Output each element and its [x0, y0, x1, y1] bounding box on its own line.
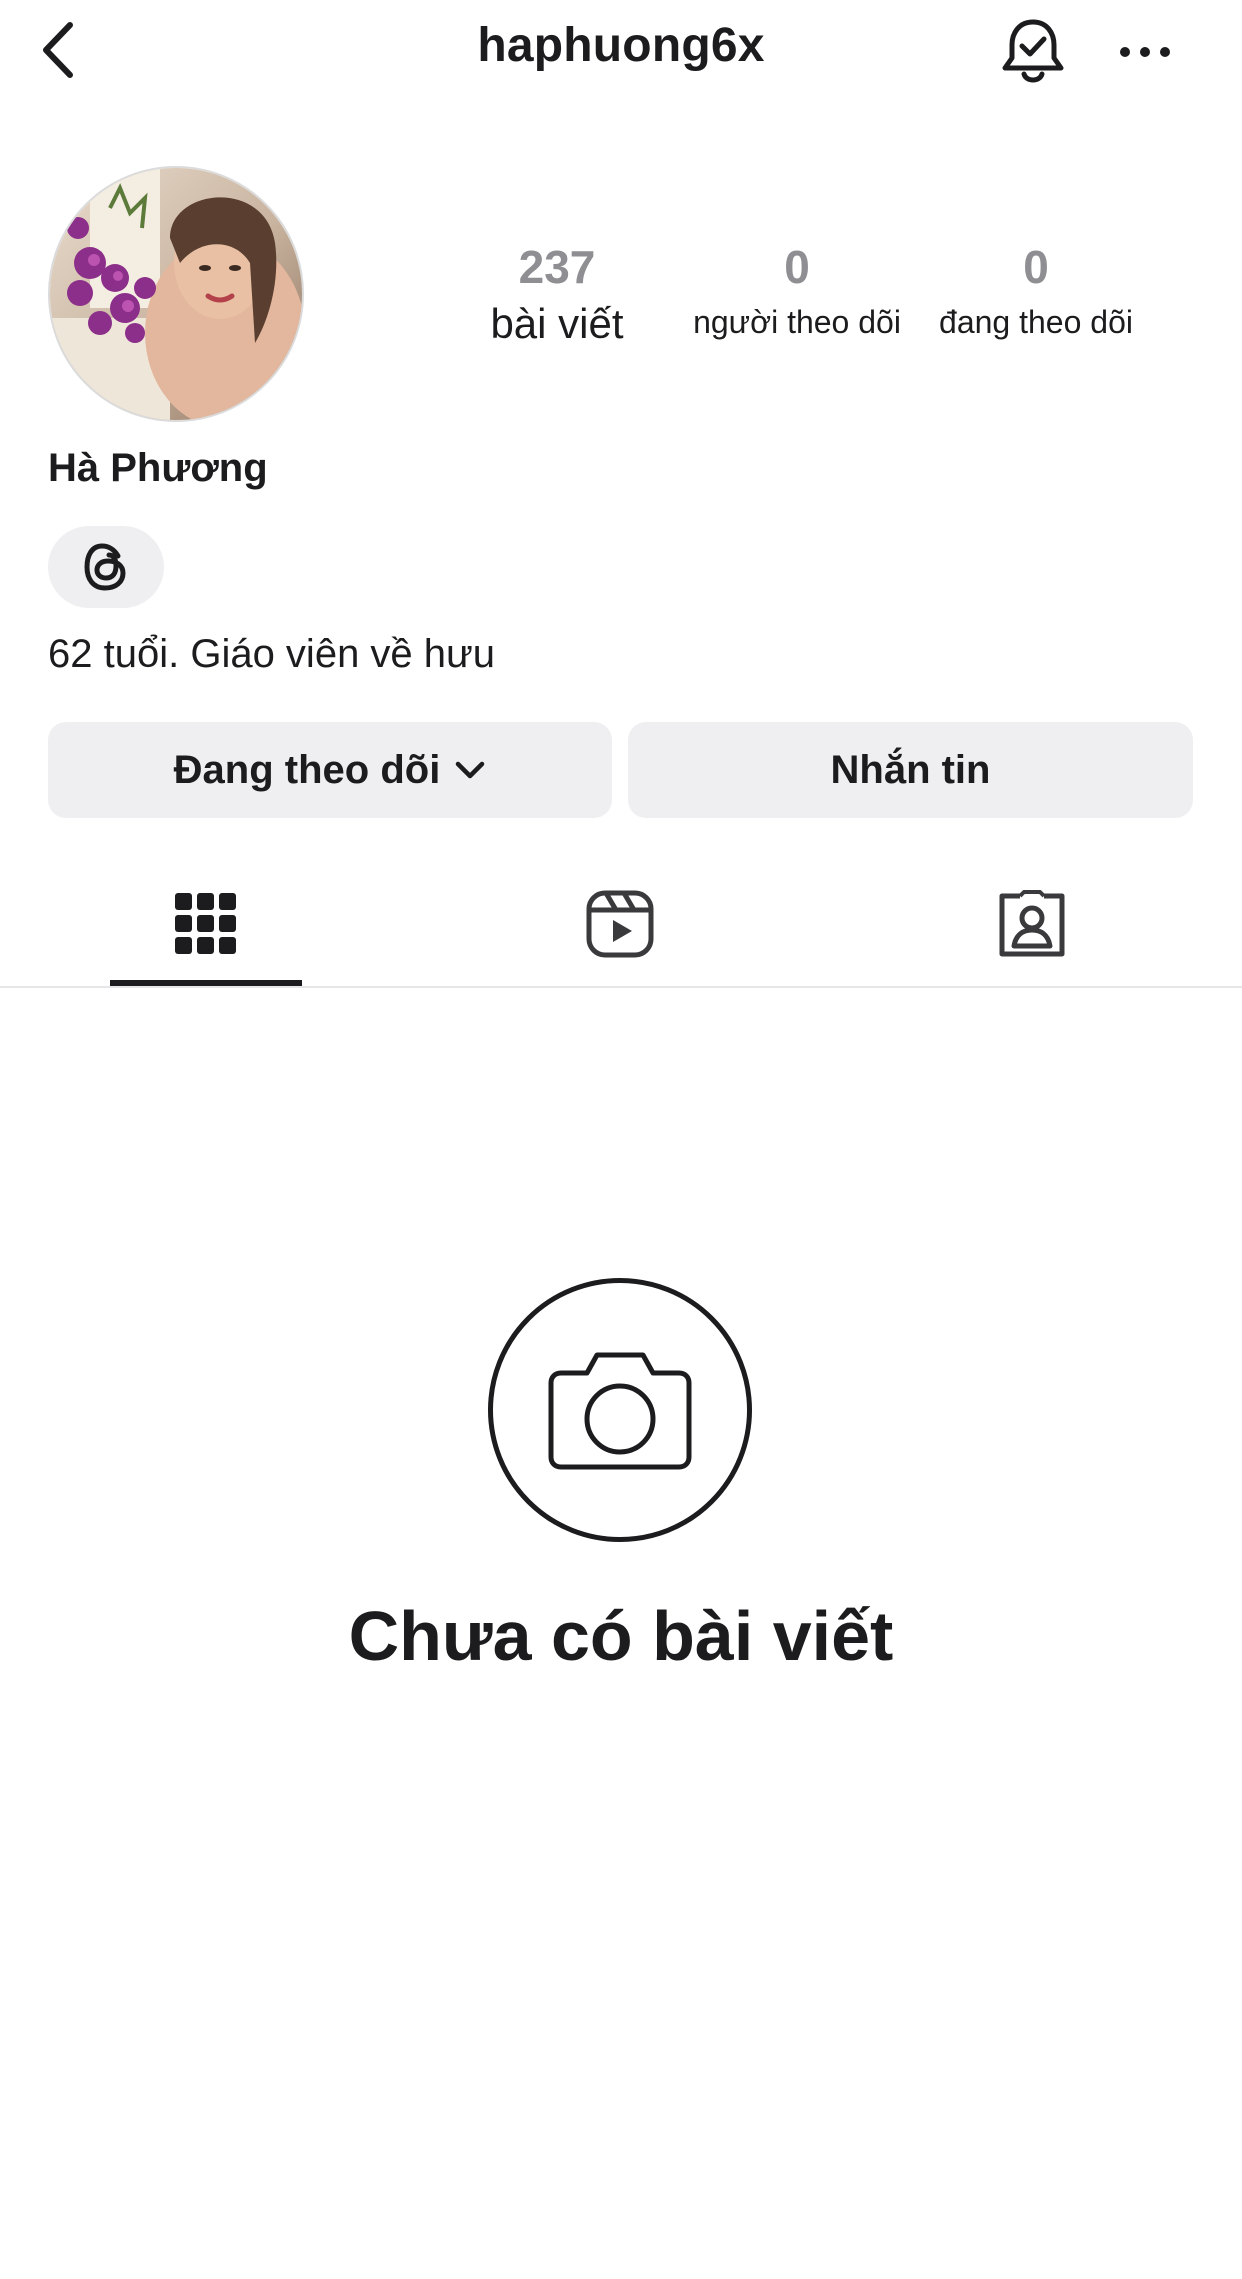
grid-icon: [175, 893, 236, 954]
tab-reels[interactable]: [524, 862, 716, 986]
posts-label: bài viết: [490, 300, 624, 347]
stat-following[interactable]: 0 đang theo dõi: [920, 244, 1152, 341]
more-horizontal-icon: [1120, 47, 1170, 57]
tab-grid[interactable]: [110, 862, 302, 986]
message-button[interactable]: Nhắn tin: [628, 722, 1193, 818]
camera-icon: [548, 1352, 692, 1470]
following-label: đang theo dõi: [939, 304, 1133, 340]
avatar-photo: [50, 168, 302, 420]
stat-followers[interactable]: 0 người theo dõi: [680, 244, 914, 341]
tab-tagged[interactable]: [936, 862, 1128, 986]
followers-label: người theo dõi: [693, 304, 901, 340]
empty-state-camera: [488, 1278, 752, 1542]
notification-button[interactable]: [996, 12, 1070, 92]
bell-check-icon: [1002, 19, 1064, 83]
following-count: 0: [1023, 241, 1049, 293]
posts-count: 237: [518, 241, 596, 293]
followers-count: 0: [784, 241, 810, 293]
chevron-down-icon: [454, 760, 486, 780]
profile-avatar[interactable]: [48, 166, 304, 422]
tabs-divider: [0, 986, 1242, 988]
stat-posts[interactable]: 237 bài viết: [456, 244, 658, 348]
more-options-button[interactable]: [1110, 22, 1180, 82]
profile-full-name: Hà Phương: [48, 446, 268, 490]
empty-state-title: Chưa có bài viết: [348, 1597, 894, 1675]
message-button-label: Nhắn tin: [830, 747, 991, 792]
following-button-label: Đang theo dõi: [173, 747, 441, 792]
tagged-person-icon: [999, 890, 1065, 957]
reels-icon: [586, 890, 654, 958]
threads-badge[interactable]: [48, 526, 164, 608]
profile-bio: 62 tuổi. Giáo viên về hưu: [48, 632, 496, 676]
threads-icon: [84, 543, 126, 591]
following-button[interactable]: Đang theo dõi: [48, 722, 612, 818]
